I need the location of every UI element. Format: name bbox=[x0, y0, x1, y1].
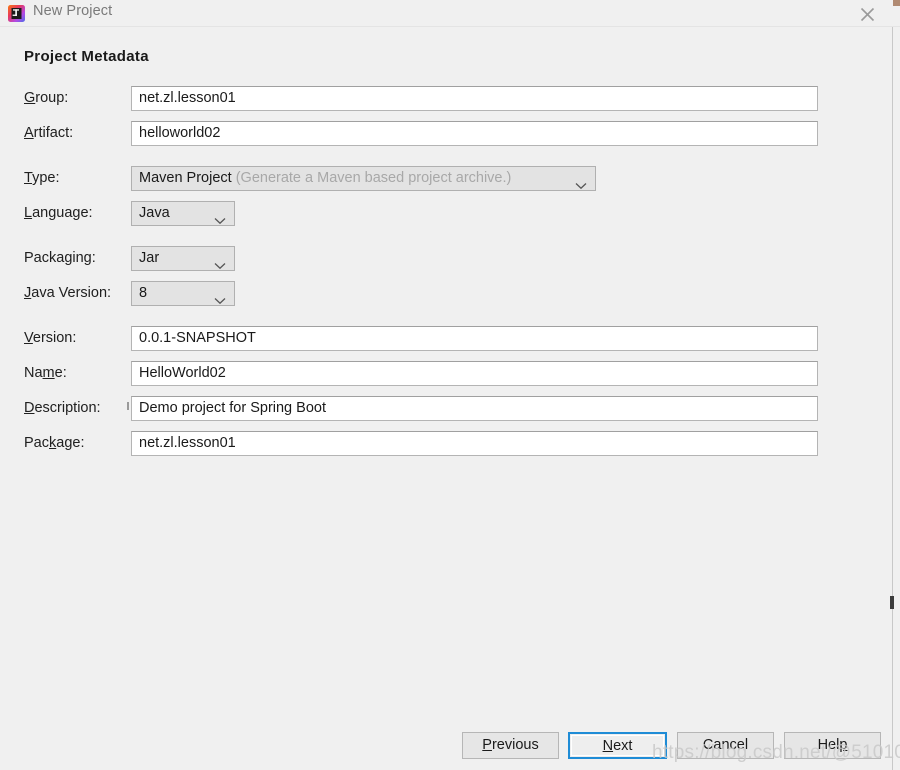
intellij-idea-icon bbox=[8, 5, 25, 22]
close-button[interactable] bbox=[846, 0, 890, 27]
right-divider bbox=[892, 27, 893, 770]
chevron-down-icon bbox=[214, 255, 226, 270]
input-package[interactable]: net.zl.lesson01 bbox=[131, 431, 818, 456]
close-icon bbox=[860, 7, 875, 22]
label-package: Package: bbox=[24, 435, 85, 451]
select-hint-type: (Generate a Maven based project archive.… bbox=[231, 170, 512, 186]
description-marker bbox=[127, 402, 129, 410]
cancel-button[interactable]: Cancel bbox=[677, 732, 774, 759]
select-packaging[interactable]: Jar bbox=[131, 246, 235, 271]
select-value-language: Java bbox=[139, 205, 170, 221]
label-version: Version: bbox=[24, 330, 77, 346]
chevron-down-icon bbox=[214, 210, 226, 225]
input-description[interactable]: Demo project for Spring Boot bbox=[131, 396, 818, 421]
help-button[interactable]: Help bbox=[784, 732, 881, 759]
new-project-dialog: New Project Project Metadata Group: net.z… bbox=[0, 0, 900, 770]
label-packaging: Packaging: bbox=[24, 250, 96, 266]
label-language: Language: bbox=[24, 205, 93, 221]
title-bar: New Project bbox=[0, 0, 900, 27]
chevron-down-icon bbox=[575, 175, 587, 190]
label-java-version: Java Version: bbox=[24, 285, 112, 301]
select-type[interactable]: Maven Project (Generate a Maven based pr… bbox=[131, 166, 596, 191]
select-language[interactable]: Java bbox=[131, 201, 235, 226]
window-title: New Project bbox=[33, 3, 113, 19]
label-name: Name: bbox=[24, 365, 67, 381]
next-button[interactable]: Next bbox=[568, 732, 667, 759]
previous-button[interactable]: Previous bbox=[462, 732, 559, 759]
select-value-java-version: 8 bbox=[139, 285, 148, 301]
label-description: Description: bbox=[24, 400, 101, 416]
scrollbar-thumb[interactable] bbox=[890, 596, 894, 609]
page-title: Project Metadata bbox=[24, 48, 149, 65]
label-artifact: Artifact: bbox=[24, 125, 74, 141]
select-value-type: Maven Project bbox=[139, 170, 232, 186]
select-value-packaging: Jar bbox=[139, 250, 160, 266]
input-artifact[interactable]: helloworld02 bbox=[131, 121, 818, 146]
label-group: Group: bbox=[24, 90, 69, 106]
chevron-down-icon bbox=[214, 290, 226, 305]
corner-accent bbox=[893, 0, 900, 6]
input-group[interactable]: net.zl.lesson01 bbox=[131, 86, 818, 111]
input-name[interactable]: HelloWorld02 bbox=[131, 361, 818, 386]
select-java-version[interactable]: 8 bbox=[131, 281, 235, 306]
label-type: Type: bbox=[24, 170, 60, 186]
input-version[interactable]: 0.0.1-SNAPSHOT bbox=[131, 326, 818, 351]
